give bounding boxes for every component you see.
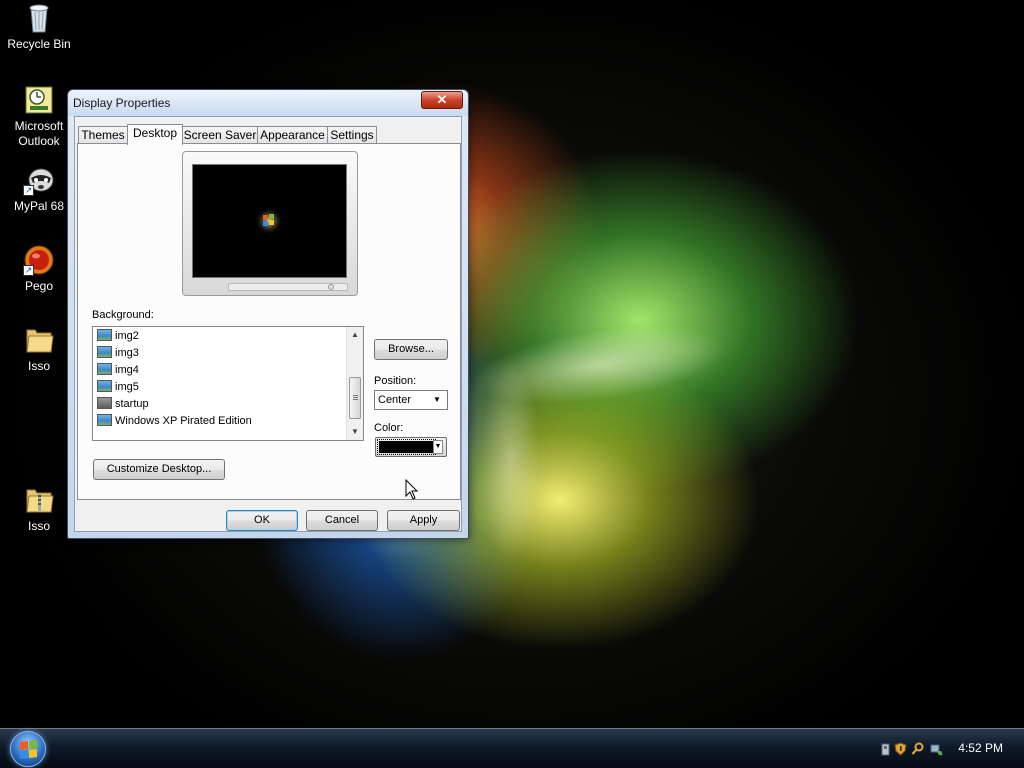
color-picker-button[interactable]: ▼ — [375, 437, 447, 457]
image-gray-icon — [97, 397, 112, 409]
window-title: Display Properties — [73, 96, 171, 110]
taskbar-clock[interactable]: 4:52 PM — [958, 741, 1003, 755]
desktop-icon-label: Pego — [24, 279, 54, 293]
image-icon — [97, 346, 112, 358]
list-item[interactable]: img4 — [97, 362, 139, 379]
position-dropdown-value: Center — [378, 394, 412, 406]
scroll-down-arrow-icon[interactable]: ▼ — [347, 424, 363, 440]
desktop-icon-label: MyPal 68 — [13, 199, 65, 213]
search-icon[interactable] — [911, 742, 924, 756]
browse-button[interactable]: Browse... — [374, 339, 448, 360]
tab-appearance[interactable]: Appearance — [257, 126, 328, 144]
start-button[interactable] — [10, 731, 46, 767]
background-listbox[interactable]: img2 img3 img4 img5 startup Windows XP P… — [92, 326, 364, 441]
desktop-tab-panel: Background: img2 img3 img4 img5 startup — [77, 143, 461, 500]
color-label: Color: — [374, 422, 404, 434]
shield-icon[interactable] — [894, 742, 907, 756]
list-item-label: startup — [115, 398, 149, 410]
windows-logo-icon — [255, 207, 283, 235]
list-item[interactable]: Windows XP Pirated Edition — [97, 413, 252, 430]
position-dropdown[interactable]: Center ▼ — [374, 390, 448, 410]
shortcut-arrow-icon: ↗ — [23, 265, 34, 276]
desktop-icon-label: Isso — [27, 359, 50, 373]
close-button[interactable]: ✕ — [421, 91, 463, 109]
folder-icon — [23, 324, 55, 356]
recycle-bin-icon — [23, 2, 55, 34]
desktop-icon-microsoft-outlook[interactable]: Microsoft Outlook — [1, 84, 77, 149]
chevron-down-icon: ▼ — [433, 440, 443, 454]
shortcut-arrow-icon: ↗ — [23, 185, 34, 196]
outlook-icon — [23, 84, 55, 116]
image-icon — [97, 329, 112, 341]
desktop-icon-isso-folder[interactable]: Isso — [1, 324, 77, 374]
list-item[interactable]: startup — [97, 396, 149, 413]
list-item[interactable]: img3 — [97, 345, 139, 362]
title-bar[interactable]: Display Properties ✕ — [68, 90, 468, 116]
background-label: Background: — [92, 309, 154, 321]
zip-folder-icon — [23, 484, 55, 516]
apply-button[interactable]: Apply — [387, 510, 460, 531]
network-icon[interactable] — [930, 742, 943, 756]
desktop-icon-label: Recycle Bin — [7, 37, 71, 51]
customize-desktop-button[interactable]: Customize Desktop... — [93, 459, 225, 480]
scrollbar-thumb[interactable] — [349, 377, 361, 419]
tab-settings[interactable]: Settings — [327, 126, 377, 144]
image-icon — [97, 380, 112, 392]
mypal-icon: ↗ — [23, 164, 55, 196]
listbox-scrollbar[interactable]: ▲ ▼ — [346, 327, 363, 440]
preview-screen — [192, 164, 347, 278]
chevron-down-icon: ▼ — [433, 395, 441, 404]
list-item-label: img2 — [115, 330, 139, 342]
taskbar: 4:52 PM — [0, 728, 1024, 768]
tab-desktop[interactable]: Desktop — [127, 124, 183, 145]
tab-themes[interactable]: Themes — [78, 126, 128, 144]
close-icon: ✕ — [436, 92, 448, 107]
ok-button[interactable]: OK — [226, 510, 298, 531]
desktop-icon-recycle-bin[interactable]: Recycle Bin — [1, 2, 77, 52]
monitor-power-icon — [328, 284, 334, 290]
pego-icon: ↗ — [23, 244, 55, 276]
color-swatch — [377, 439, 436, 455]
monitor-preview — [182, 151, 358, 296]
list-item-label: Windows XP Pirated Edition — [115, 415, 252, 427]
tab-screen-saver[interactable]: Screen Saver — [182, 126, 258, 144]
desktop-icon-pego[interactable]: ↗ Pego — [1, 244, 77, 294]
desktop-icon-mypal-68[interactable]: ↗ MyPal 68 — [1, 164, 77, 214]
list-item-label: img4 — [115, 364, 139, 376]
windows-flag-icon — [20, 740, 38, 760]
mouse-cursor-icon — [405, 479, 419, 500]
position-label: Position: — [374, 375, 417, 387]
list-item-label: img5 — [115, 381, 139, 393]
list-item[interactable]: img5 — [97, 379, 139, 396]
cancel-button[interactable]: Cancel — [306, 510, 378, 531]
image-icon — [97, 414, 112, 426]
image-icon — [97, 363, 112, 375]
desktop-icon-isso-zip[interactable]: Isso — [1, 484, 77, 534]
list-item-label: img3 — [115, 347, 139, 359]
dialog-client-area: Themes Desktop Screen Saver Appearance S… — [74, 116, 462, 532]
usb-icon[interactable] — [879, 742, 892, 756]
desktop-icon-label: Microsoft Outlook — [14, 119, 64, 148]
scroll-up-arrow-icon[interactable]: ▲ — [347, 327, 363, 343]
desktop-icon-label: Isso — [27, 519, 50, 533]
list-item[interactable]: img2 — [97, 328, 139, 345]
display-properties-window: Display Properties ✕ Themes Desktop Scre… — [67, 89, 469, 539]
